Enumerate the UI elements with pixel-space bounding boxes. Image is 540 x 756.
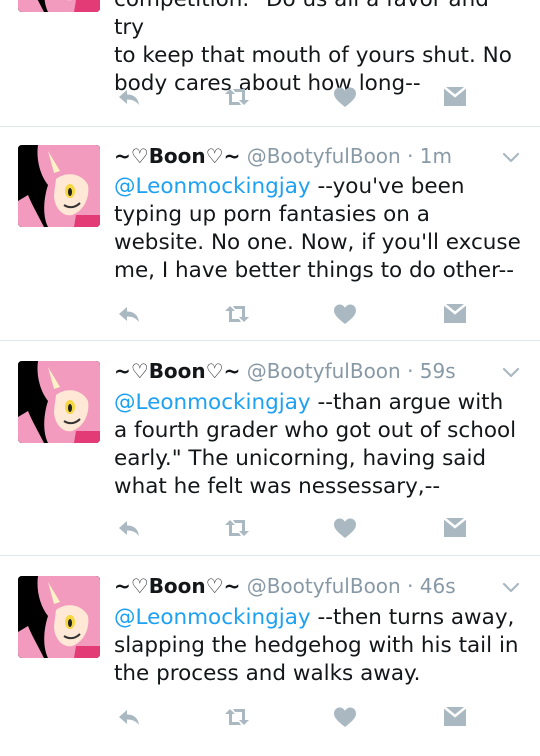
tweet-header: ~♡Boon♡~ @BootyfulBoon · 1m [114, 143, 452, 169]
reply-icon[interactable] [114, 299, 144, 329]
like-icon[interactable] [330, 702, 360, 732]
like-icon[interactable] [330, 299, 360, 329]
like-icon[interactable] [330, 513, 360, 543]
handle[interactable]: @BootyfulBoon [247, 144, 401, 168]
tweet[interactable]: ~♡Boon♡~ @BootyfulBoon · 46s @Leonmockin… [0, 556, 540, 756]
direct-message-icon[interactable] [440, 513, 470, 543]
retweet-icon[interactable] [222, 513, 252, 543]
handle[interactable]: @BootyfulBoon [247, 359, 401, 383]
avatar[interactable] [18, 576, 100, 658]
tweet[interactable]: ~♡Boon♡~ @BootyfulBoon · 1m @Leonmocking… [0, 127, 540, 341]
tweet-actions [114, 82, 474, 112]
retweet-icon[interactable] [222, 82, 252, 112]
avatar[interactable] [18, 145, 100, 227]
direct-message-icon[interactable] [440, 299, 470, 329]
tweet-text: @Leonmockingjay --then turns away, slapp… [114, 605, 519, 686]
tweet-actions [114, 513, 474, 543]
tweet-partial[interactable]: competition." Do us all a favor and try … [0, 0, 540, 127]
avatar[interactable] [18, 0, 100, 12]
chevron-down-icon[interactable] [500, 145, 522, 171]
tweet-header: ~♡Boon♡~ @BootyfulBoon · 59s [114, 358, 456, 384]
tweet[interactable]: ~♡Boon♡~ @BootyfulBoon · 59s @Leonmockin… [0, 341, 540, 556]
timestamp[interactable]: · 1m [407, 144, 452, 168]
chevron-down-icon[interactable] [500, 360, 522, 386]
retweet-icon[interactable] [222, 299, 252, 329]
tweet-header: ~♡Boon♡~ @BootyfulBoon · 46s [114, 573, 456, 599]
display-name[interactable]: ~♡Boon♡~ [114, 574, 240, 598]
tweet-actions [114, 299, 474, 329]
like-icon[interactable] [330, 82, 360, 112]
display-name[interactable]: ~♡Boon♡~ [114, 359, 240, 383]
display-name[interactable]: ~♡Boon♡~ [114, 144, 240, 168]
direct-message-icon[interactable] [440, 82, 470, 112]
avatar[interactable] [18, 361, 100, 443]
reply-icon[interactable] [114, 82, 144, 112]
direct-message-icon[interactable] [440, 702, 470, 732]
reply-icon[interactable] [114, 702, 144, 732]
tweet-text: @Leonmockingjay --you've been typing up … [114, 174, 521, 283]
mention-link[interactable]: @Leonmockingjay [114, 174, 311, 199]
mention-link[interactable]: @Leonmockingjay [114, 390, 311, 415]
timestamp[interactable]: · 59s [407, 359, 456, 383]
reply-icon[interactable] [114, 513, 144, 543]
retweet-icon[interactable] [222, 702, 252, 732]
handle[interactable]: @BootyfulBoon [247, 574, 401, 598]
chevron-down-icon[interactable] [500, 575, 522, 601]
tweet-text: @Leonmockingjay --than argue with a four… [114, 390, 517, 499]
tweet-actions [114, 702, 474, 732]
mention-link[interactable]: @Leonmockingjay [114, 605, 311, 630]
timestamp[interactable]: · 46s [407, 574, 456, 598]
